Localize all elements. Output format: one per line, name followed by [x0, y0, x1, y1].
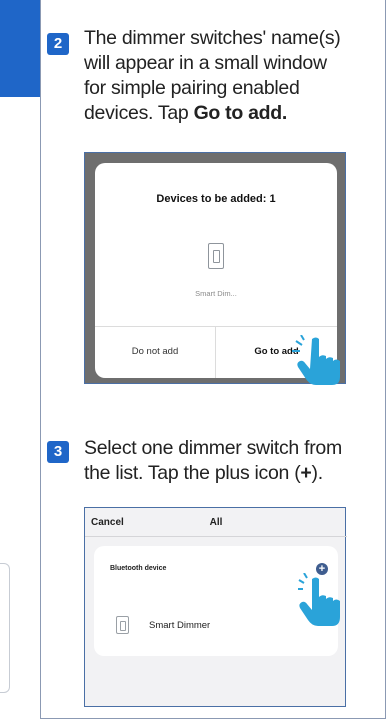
- left-accent-tab: [0, 0, 40, 97]
- pairing-popup-screenshot: Devices to be added: 1 Smart Dim... Do n…: [84, 152, 346, 385]
- hand-pointer-icon: [298, 573, 340, 626]
- device-list-screenshot: Cancel All Bluetooth device + Smart Dimm…: [84, 507, 347, 707]
- step-2-text: The dimmer switches' name(s) will appear…: [84, 26, 344, 126]
- side-panel-edge: [0, 563, 10, 693]
- list-title: All: [209, 517, 223, 528]
- do-not-add-button[interactable]: Do not add: [95, 326, 215, 378]
- dialog-title: Devices to be added: 1: [156, 193, 276, 205]
- switch-icon: [208, 243, 224, 269]
- step-2-bold-action: Go to add.: [193, 102, 288, 124]
- header-divider: [85, 536, 347, 537]
- step-3-text: Select one dimmer switch from the list. …: [84, 436, 344, 486]
- step-3-text-end: ).: [311, 462, 324, 484]
- section-label: Bluetooth device: [110, 565, 167, 572]
- device-name[interactable]: Smart Dimmer: [149, 620, 210, 631]
- step-2-badge: 2: [47, 33, 69, 55]
- step-3-plus-symbol: +: [300, 462, 312, 484]
- switch-icon: [116, 616, 129, 634]
- hand-pointer-icon: [292, 335, 340, 385]
- step-3-badge: 3: [47, 441, 69, 463]
- device-name: Smart Dim...: [195, 289, 237, 298]
